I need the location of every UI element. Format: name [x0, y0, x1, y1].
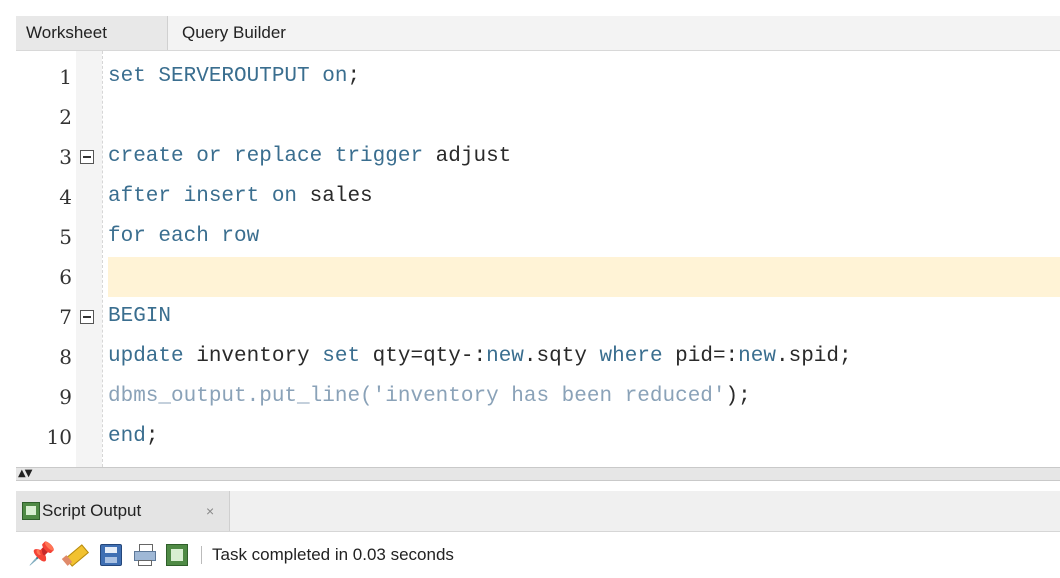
- line-number: 7: [59, 305, 72, 329]
- code-token: adjust: [423, 145, 512, 168]
- splitter-arrows-icon[interactable]: ▲▼: [18, 468, 32, 480]
- line-number: 4: [59, 185, 72, 209]
- code-token: dbms_output.put_line(: [108, 385, 373, 408]
- line-number: 1: [59, 65, 72, 89]
- tab-query-builder[interactable]: Query Builder: [178, 16, 286, 50]
- save-icon[interactable]: [100, 544, 122, 566]
- code-token: after insert on: [108, 185, 298, 208]
- line-number: 5: [59, 225, 72, 249]
- top-border: [0, 0, 1060, 16]
- code-token: create or replace trigger: [108, 145, 424, 168]
- code-token: where: [599, 345, 663, 368]
- line-number: 3: [59, 145, 72, 169]
- code-token: new: [738, 345, 776, 368]
- run-script-icon[interactable]: [166, 544, 188, 566]
- fold-collapse-icon[interactable]: [80, 150, 94, 164]
- code-token: ;: [347, 65, 361, 88]
- code-token: .spid;: [775, 345, 852, 368]
- status-message: Task completed in 0.03 seconds: [212, 545, 454, 564]
- fold-guide: [102, 51, 103, 467]
- code-token: ;: [145, 425, 159, 448]
- pin-icon[interactable]: 📌: [28, 544, 55, 566]
- code-token: set: [322, 345, 361, 368]
- code-token: sales: [297, 185, 373, 208]
- editor-tabbar: Worksheet Query Builder: [16, 16, 1060, 51]
- code-token: BEGIN: [108, 305, 172, 328]
- code-line[interactable]: for each row: [108, 217, 259, 257]
- code-token: end: [108, 425, 146, 448]
- line-number: 10: [46, 425, 72, 449]
- close-icon[interactable]: ×: [206, 491, 214, 531]
- print-icon[interactable]: [134, 544, 156, 566]
- code-editor[interactable]: set SERVEROUTPUT on; create or replace tr…: [16, 51, 1060, 467]
- fold-collapse-icon[interactable]: [80, 310, 94, 324]
- line-number: 8: [59, 345, 72, 369]
- output-tabbar: Script Output ×: [16, 491, 1060, 532]
- code-token: pid=:: [662, 345, 739, 368]
- line-number: 6: [59, 265, 72, 289]
- code-token: set SERVEROUTPUT on: [108, 65, 348, 88]
- code-line[interactable]: end;: [108, 417, 158, 457]
- current-line-highlight: [108, 257, 1060, 297]
- eraser-icon[interactable]: [61, 544, 89, 567]
- script-output-icon: [22, 502, 40, 520]
- code-line[interactable]: create or replace trigger adjust: [108, 137, 511, 177]
- code-line[interactable]: set SERVEROUTPUT on;: [108, 57, 360, 97]
- code-line[interactable]: BEGIN: [108, 297, 171, 337]
- script-output-label: Script Output: [42, 501, 142, 520]
- sql-developer-window: Worksheet Query Builder set SERVEROUTPUT…: [0, 0, 1060, 578]
- code-token: new: [486, 345, 524, 368]
- code-token: .sqty: [523, 345, 600, 368]
- panel-splitter[interactable]: ▲▼: [16, 467, 1060, 481]
- line-number: 2: [59, 105, 72, 129]
- code-token: qty=qty-:: [360, 345, 487, 368]
- fold-column: [76, 51, 102, 467]
- code-line[interactable]: dbms_output.put_line('inventory has been…: [108, 377, 751, 417]
- code-line[interactable]: after insert on sales: [108, 177, 373, 217]
- code-token: for each row: [108, 225, 260, 248]
- code-token: );: [725, 385, 751, 408]
- code-token: update: [108, 345, 184, 368]
- line-number: 9: [59, 385, 72, 409]
- printer-tray: [138, 560, 152, 566]
- code-line[interactable]: update inventory set qty=qty-:new.sqty w…: [108, 337, 852, 377]
- toolbar-separator: [201, 546, 202, 564]
- code-token: inventory: [183, 345, 323, 368]
- output-toolbar: 📌 Task completed in 0.03 seconds: [16, 532, 1060, 578]
- code-token: 'inventory has been reduced': [372, 385, 726, 408]
- tab-script-output[interactable]: Script Output ×: [16, 491, 230, 531]
- tab-worksheet[interactable]: Worksheet: [16, 16, 168, 50]
